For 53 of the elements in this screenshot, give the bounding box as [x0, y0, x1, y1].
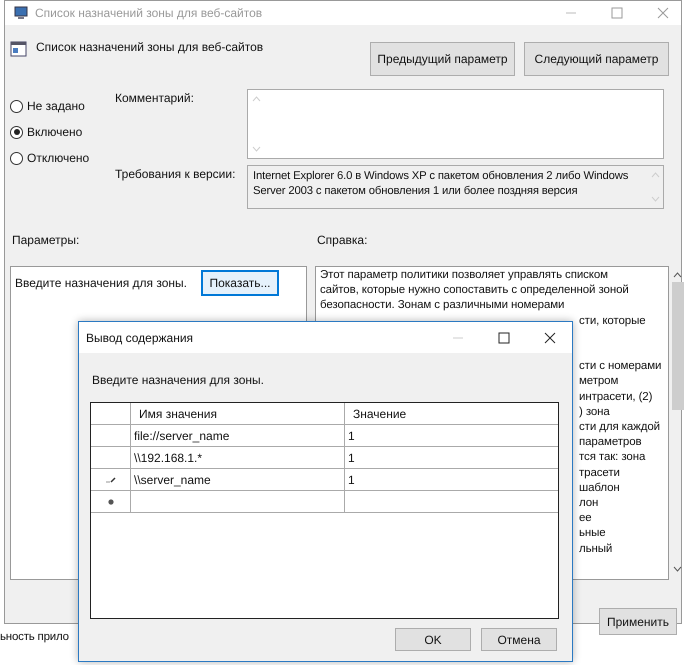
help-text-line: интрасети, (2) — [579, 390, 654, 405]
options-heading: Параметры: — [11, 233, 80, 247]
help-text-line: ьные — [579, 526, 607, 542]
previous-setting-button[interactable]: Предыдущий параметр — [370, 42, 515, 76]
pencil-icon — [106, 476, 116, 482]
table-cell: 1 — [348, 472, 355, 486]
help-text-line: сти с номерами — [579, 359, 662, 374]
column-header[interactable]: Значение — [345, 403, 558, 424]
help-text-line: трасети — [579, 466, 621, 481]
show-button[interactable]: Показать... — [200, 270, 279, 296]
help-text-line: безопасности. Зонам с различными номерами — [320, 298, 566, 314]
scrollbar-thumb[interactable] — [672, 282, 684, 410]
help-text-line: сти, которые — [579, 314, 647, 329]
table-cell: \\192.168.1.* — [134, 450, 202, 464]
help-text-line: ее — [579, 511, 593, 526]
computer-icon — [13, 5, 29, 21]
apply-button[interactable]: Применить — [599, 608, 677, 635]
table-cell: file://server_name — [134, 428, 230, 442]
state-radio[interactable]: Включено — [10, 125, 115, 139]
comment-label: Комментарий: — [115, 90, 195, 107]
state-radio[interactable]: Не задано — [10, 99, 115, 113]
help-text-line: Этот параметр политики позволяет управлять списком — [320, 268, 609, 283]
cancel-button[interactable]: Отмена — [481, 628, 557, 651]
help-heading: Справка: — [316, 233, 368, 247]
window-title: Список назначений зоны для веб-сайтов — [35, 6, 262, 20]
state-radio[interactable]: Отключено — [10, 151, 115, 165]
dialog-prompt: Введите назначения для зоны. — [91, 373, 265, 387]
policy-icon — [10, 40, 28, 58]
scroll-down-icon[interactable] — [673, 566, 682, 572]
table-cell: 1 — [348, 428, 355, 442]
help-text-line: сайтов, которые нужно сопоставить с определенной зоной — [320, 283, 630, 298]
requirements-label: Требования к версии: — [115, 166, 236, 183]
dialog-title: Вывод содержания — [86, 330, 194, 344]
help-text-line: сти для каждой — [579, 420, 661, 436]
help-text-line: шаблон — [579, 480, 621, 496]
help-text-line: тся так: зона — [579, 450, 646, 466]
next-setting-button[interactable]: Следующий параметр — [524, 42, 669, 76]
ok-button[interactable]: OK — [395, 628, 471, 651]
scroll-up-icon[interactable] — [673, 272, 682, 278]
help-text-line: ) зона — [579, 404, 611, 420]
maximize-icon[interactable] — [498, 332, 510, 344]
background-text: ьность прило — [0, 631, 69, 643]
close-icon[interactable] — [544, 332, 556, 344]
help-text-line: параметров — [579, 435, 643, 450]
help-text-line: метром — [579, 374, 620, 390]
table-cell: \\server_name — [134, 472, 211, 486]
help-text-line: льный — [579, 542, 614, 557]
help-text-line: лон — [579, 496, 600, 512]
policy-title: Список назначений зоны для веб-сайтов — [36, 40, 264, 54]
options-prompt: Введите назначения для зоны. — [15, 275, 187, 290]
table-cell: 1 — [348, 450, 355, 464]
requirements-text: Internet Explorer 6.0 в Windows XP с пакетом обновления 2 либо Windows Server 2003 с пакетом обновления 1 или более поздняя версия — [253, 169, 630, 199]
column-header[interactable]: Имя значения — [131, 403, 345, 424]
